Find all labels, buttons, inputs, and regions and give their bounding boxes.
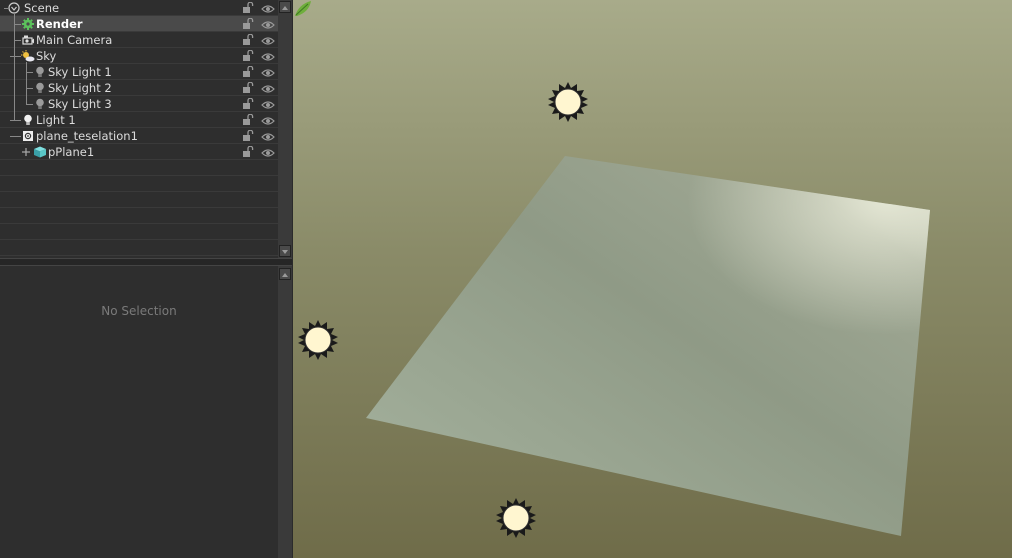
outliner-row-render[interactable]: Render <box>0 16 278 32</box>
lock-icon[interactable] <box>242 145 254 158</box>
lock-icon[interactable] <box>242 97 254 110</box>
outliner-row-light-1[interactable]: Light 1 <box>0 112 278 128</box>
outliner-row-main-camera[interactable]: Main Camera <box>0 32 278 48</box>
outliner-row-pplane1[interactable]: pPlane1 <box>0 144 278 160</box>
tessellation-icon <box>22 130 34 142</box>
lock-icon[interactable] <box>242 17 254 30</box>
lock-icon[interactable] <box>242 113 254 126</box>
tree-line <box>10 136 21 137</box>
tree-line <box>14 40 21 41</box>
empty-row <box>0 176 278 192</box>
expand-plus-icon[interactable] <box>21 146 31 158</box>
outliner-item-label: pPlane1 <box>48 145 95 159</box>
outliner-item-label: Sky Light 1 <box>48 65 112 79</box>
light-gizmo-2[interactable] <box>298 320 338 360</box>
lock-icon[interactable] <box>242 49 254 62</box>
properties-panel: No Selection <box>0 266 278 558</box>
light-bulb-icon <box>22 114 34 126</box>
tree-line <box>4 8 8 9</box>
outliner-item-label: Sky Light 3 <box>48 97 112 111</box>
visibility-eye-icon[interactable] <box>261 115 275 125</box>
light-bulb-icon <box>34 82 46 94</box>
visibility-eye-icon[interactable] <box>261 99 275 109</box>
visibility-eye-icon[interactable] <box>261 35 275 45</box>
render-gear-icon <box>22 18 34 30</box>
tree-line <box>10 120 21 121</box>
left-panel: Scene Render Main Camera Sky Sky Light 1… <box>0 0 292 558</box>
tree-line <box>10 56 21 57</box>
outliner-item-label: plane_teselation1 <box>36 129 138 143</box>
mesh-cube-icon <box>33 146 47 158</box>
visibility-eye-icon[interactable] <box>261 51 275 61</box>
outliner-item-label: Light 1 <box>36 113 76 127</box>
visibility-eye-icon[interactable] <box>261 147 275 157</box>
scroll-up-button[interactable] <box>279 1 291 13</box>
scroll-down-button[interactable] <box>279 245 291 257</box>
outliner-row-scene[interactable]: Scene <box>0 0 278 16</box>
camera-icon <box>22 34 34 46</box>
tree-line <box>14 14 15 121</box>
panel-splitter[interactable] <box>0 258 292 266</box>
light-bulb-icon <box>34 98 46 110</box>
outliner-item-label: Sky Light 2 <box>48 81 112 95</box>
outliner-item-label: Sky <box>36 49 57 63</box>
scene-icon <box>8 2 20 14</box>
outliner-row-plane-teselation1[interactable]: plane_teselation1 <box>0 128 278 144</box>
empty-row <box>0 192 278 208</box>
visibility-eye-icon[interactable] <box>261 131 275 141</box>
light-gizmo-1[interactable] <box>548 82 588 122</box>
lock-icon[interactable] <box>242 129 254 142</box>
lock-icon[interactable] <box>242 1 254 14</box>
visibility-eye-icon[interactable] <box>261 83 275 93</box>
empty-row <box>0 160 278 176</box>
lock-icon[interactable] <box>242 33 254 46</box>
properties-scrollbar[interactable] <box>278 266 292 558</box>
outliner-row-sky-light-1[interactable]: Sky Light 1 <box>0 64 278 80</box>
tree-line <box>26 104 33 105</box>
light-bulb-icon <box>34 66 46 78</box>
outliner-item-label: Main Camera <box>36 33 113 47</box>
visibility-eye-icon[interactable] <box>261 19 275 29</box>
tree-line <box>26 62 27 105</box>
outliner-row-sky-light-3[interactable]: Sky Light 3 <box>0 96 278 112</box>
lock-icon[interactable] <box>242 81 254 94</box>
outliner-item-label: Scene <box>24 1 60 15</box>
visibility-eye-icon[interactable] <box>261 67 275 77</box>
empty-row <box>0 208 278 224</box>
3d-viewport[interactable] <box>293 0 1012 558</box>
outliner-scrollbar[interactable] <box>278 0 292 258</box>
visibility-eye-icon[interactable] <box>261 3 275 13</box>
sky-icon <box>21 50 35 62</box>
tree-line <box>26 88 33 89</box>
lock-icon[interactable] <box>242 65 254 78</box>
corner-leaf-icon <box>295 1 311 16</box>
no-selection-text: No Selection <box>101 304 177 318</box>
tree-line <box>14 24 21 25</box>
light-gizmo-3[interactable] <box>496 498 536 538</box>
empty-row <box>0 240 278 256</box>
plane-highlight <box>366 156 930 536</box>
empty-row <box>0 224 278 240</box>
outliner-row-sky-light-2[interactable]: Sky Light 2 <box>0 80 278 96</box>
scene-outliner: Scene Render Main Camera Sky Sky Light 1… <box>0 0 278 258</box>
tree-line <box>26 72 33 73</box>
outliner-item-label: Render <box>36 17 83 31</box>
scroll-up-button[interactable] <box>279 268 291 280</box>
outliner-row-sky[interactable]: Sky <box>0 48 278 64</box>
